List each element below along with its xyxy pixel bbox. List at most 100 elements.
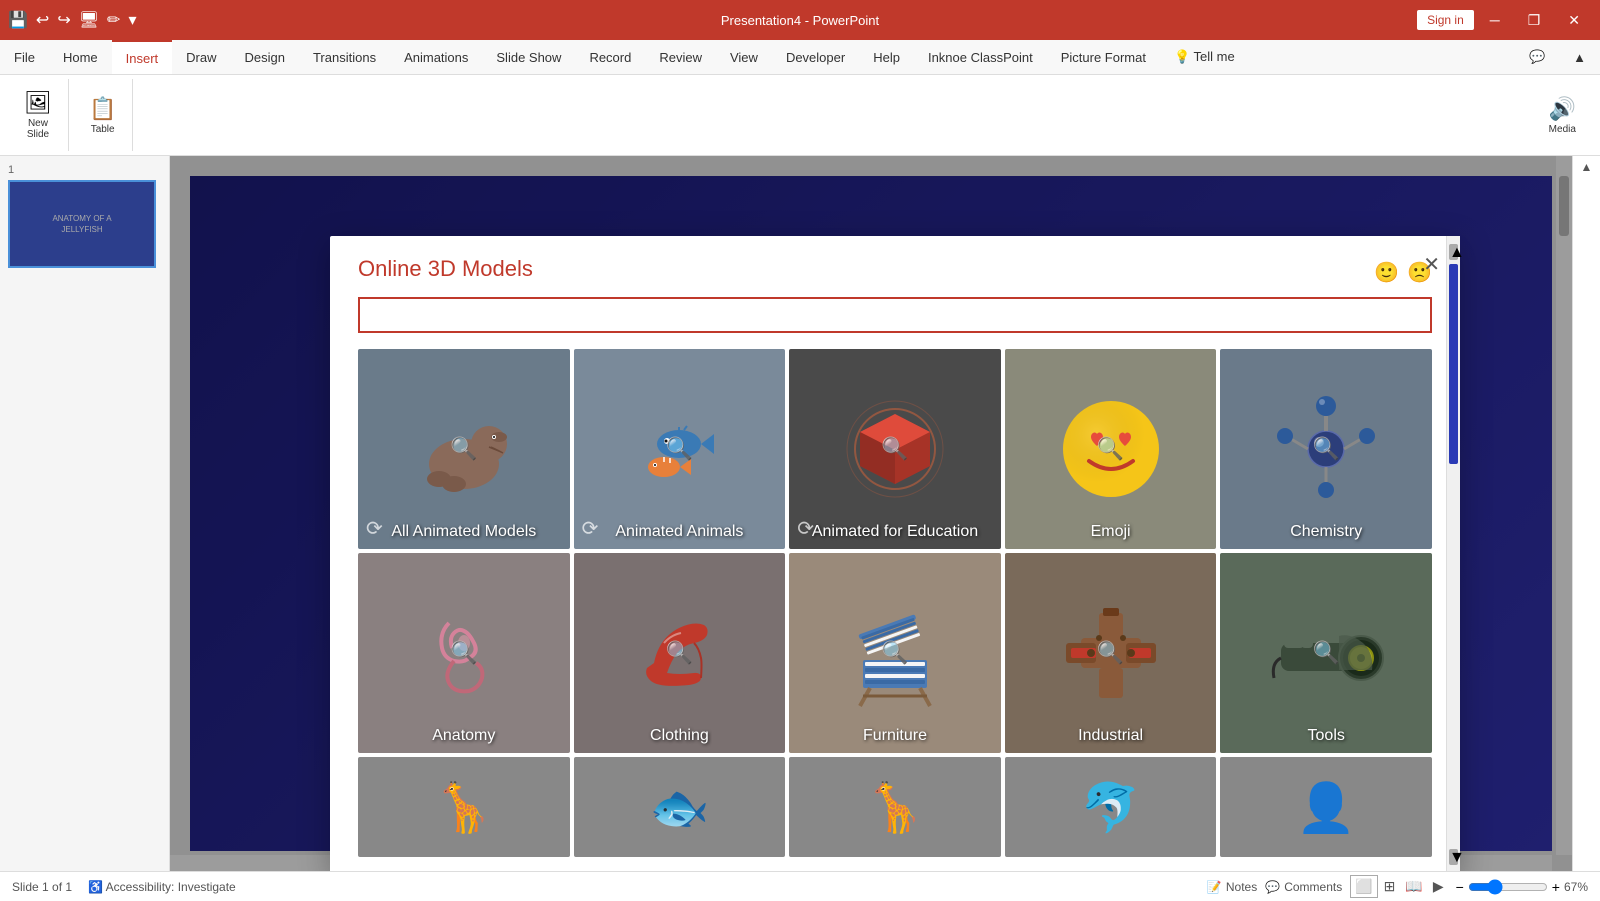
media-button[interactable]: 🔊 Media [1541,92,1584,139]
category-label-anatomy: Anatomy [358,719,570,753]
category-label-furniture: Furniture [789,719,1001,753]
tab-slideshow[interactable]: Slide Show [482,40,575,74]
tab-view[interactable]: View [716,40,772,74]
category-row3-4[interactable]: 🐬 [1005,757,1217,857]
category-all-animated[interactable]: 🔍 All Animated Models ⟳ [358,349,570,549]
grid: 🔍 All Animated Models ⟳ [358,349,1432,857]
slide-count: Slide 1 of 1 [12,880,72,894]
tab-insert[interactable]: Insert [112,40,173,74]
category-row3-3[interactable]: 🦒 [789,757,1001,857]
zoom-control: − + 67% [1456,879,1588,895]
modal-header: Online 3D Models 🙂 🙁 [330,236,1460,297]
reading-view-button[interactable]: 📖 [1401,875,1426,898]
zoom-out-button[interactable]: − [1456,879,1464,895]
tab-developer[interactable]: Developer [772,40,859,74]
tab-file[interactable]: File [0,40,49,74]
category-furniture[interactable]: 🔍 Furniture [789,553,1001,753]
right-panel: ▲ [1572,156,1600,871]
minimize-button[interactable]: ─ [1478,8,1512,32]
search-overlay-icon-clothing: 🔍 [666,640,693,666]
close-button[interactable]: ✕ [1556,8,1592,33]
slide-number: 1 [8,164,161,176]
ribbon-collapse[interactable]: ▲ [1559,40,1600,74]
search-overlay-icon: 🔍 [450,436,477,462]
tab-picture-format[interactable]: Picture Format [1047,40,1160,74]
thumbs-up-button[interactable]: 🙂 [1374,260,1399,285]
category-animated-animals[interactable]: 🔍 Animated Animals ⟳ [574,349,786,549]
ribbon-group-slides: 🖼 NewSlide [8,79,69,151]
category-row3-2[interactable]: 🐟 [574,757,786,857]
maximize-button[interactable]: ❐ [1516,8,1553,33]
tab-home[interactable]: Home [49,40,112,74]
category-anatomy[interactable]: 🔍 Anatomy [358,553,570,753]
slide-sorter-button[interactable]: ⊞ [1380,875,1400,898]
view-buttons: ⬜ ⊞ 📖 ▶ [1350,875,1447,898]
notes-button[interactable]: 📝 Notes [1207,880,1257,894]
row3-icon-2: 🐟 [650,779,710,836]
app-title: Presentation4 - PowerPoint [721,13,879,28]
quick-access-toolbar: 💾 ↩ ↪ 🖥 ✏ ▾ [8,10,136,30]
search-input[interactable] [358,297,1432,333]
ribbon-content: 🖼 NewSlide 📋 Table 🔊 Media [0,75,1600,155]
modal-close-button[interactable]: ✕ [1419,248,1444,281]
scroll-thumb[interactable] [1449,264,1458,464]
tab-tell-me[interactable]: 💡 Tell me [1160,40,1249,74]
title-bar-right: Sign in ─ ❐ ✕ [1417,8,1592,33]
zoom-level: 67% [1564,880,1588,894]
tab-review[interactable]: Review [645,40,716,74]
ribbon-tabs: File Home Insert Draw Design Transitions… [0,40,1600,75]
pen-icon[interactable]: ✏ [107,10,120,30]
redo-icon[interactable]: ↪ [57,10,70,30]
tab-animations[interactable]: Animations [390,40,482,74]
search-overlay-icon-emoji: 🔍 [1097,436,1124,462]
status-right: 📝 Notes 💬 Comments ⬜ ⊞ 📖 ▶ − + 67% [1207,875,1588,898]
search-overlay-icon-chemistry: 🔍 [1312,436,1339,462]
tab-design[interactable]: Design [231,40,299,74]
category-row3-1[interactable]: 🦒 [358,757,570,857]
tab-transitions[interactable]: Transitions [299,40,390,74]
slide-thumb-label: ANATOMY OF AJELLYFISH [52,213,111,235]
tab-help[interactable]: Help [859,40,914,74]
category-row3-5[interactable]: 👤 [1220,757,1432,857]
animated-icon-edu: ⟳ [797,516,814,541]
comments-button[interactable]: 💬 Comments [1265,880,1342,894]
tab-record[interactable]: Record [575,40,645,74]
undo-icon[interactable]: ↩ [36,10,49,30]
save-icon[interactable]: 💾 [8,10,28,30]
scroll-down-arrow[interactable]: ▼ [1449,849,1458,865]
accessibility-status: ♿ Accessibility: Investigate [88,880,236,894]
dropdown-icon[interactable]: ▾ [128,10,136,30]
presenter-view-button[interactable]: ▶ [1429,875,1448,898]
modal-scrollbar[interactable]: ▲ ▼ [1446,236,1460,871]
category-clothing[interactable]: 🔍 Clothing [574,553,786,753]
search-overlay-icon-edu: 🔍 [881,436,908,462]
row3-icon-3: 🦒 [865,779,925,836]
present-icon[interactable]: 🖥 [79,10,99,30]
category-emoji[interactable]: 🔍 Emoji [1005,349,1217,549]
scroll-up-arrow[interactable]: ▲ [1449,244,1458,260]
table-button[interactable]: 📋 Table [81,92,124,139]
zoom-in-button[interactable]: + [1552,879,1560,895]
zoom-slider[interactable] [1468,879,1548,895]
category-label-emoji: Emoji [1005,515,1217,549]
right-panel-toggle[interactable]: ▲ [1581,160,1593,174]
ribbon-group-tables: 📋 Table [73,79,133,151]
slide-thumbnail[interactable]: ANATOMY OF AJELLYFISH [8,180,156,268]
row3-icon-1: 🦒 [434,779,494,836]
tab-draw[interactable]: Draw [172,40,230,74]
category-animated-edu[interactable]: 🔍 Animated for Education ⟳ [789,349,1001,549]
category-tools[interactable]: 🔍 Tools [1220,553,1432,753]
tab-classpoint[interactable]: Inknoe ClassPoint [914,40,1047,74]
normal-view-button[interactable]: ⬜ [1350,875,1377,898]
category-industrial[interactable]: 🔍 Industrial [1005,553,1217,753]
sign-in-button[interactable]: Sign in [1417,10,1474,30]
category-label-chemistry: Chemistry [1220,515,1432,549]
category-chemistry[interactable]: 🔍 Chemistry [1220,349,1432,549]
ribbon-group-media: 🔊 Media [1533,79,1592,151]
search-overlay-icon-anatomy: 🔍 [450,640,477,666]
category-label-all-animated: All Animated Models [358,515,570,549]
new-slide-button[interactable]: 🖼 NewSlide [16,86,60,144]
tab-comments-icon[interactable]: 💬 [1515,40,1559,74]
title-bar-left: 💾 ↩ ↪ 🖥 ✏ ▾ [8,10,136,30]
slide-panel: 1 ANATOMY OF AJELLYFISH [0,156,170,871]
